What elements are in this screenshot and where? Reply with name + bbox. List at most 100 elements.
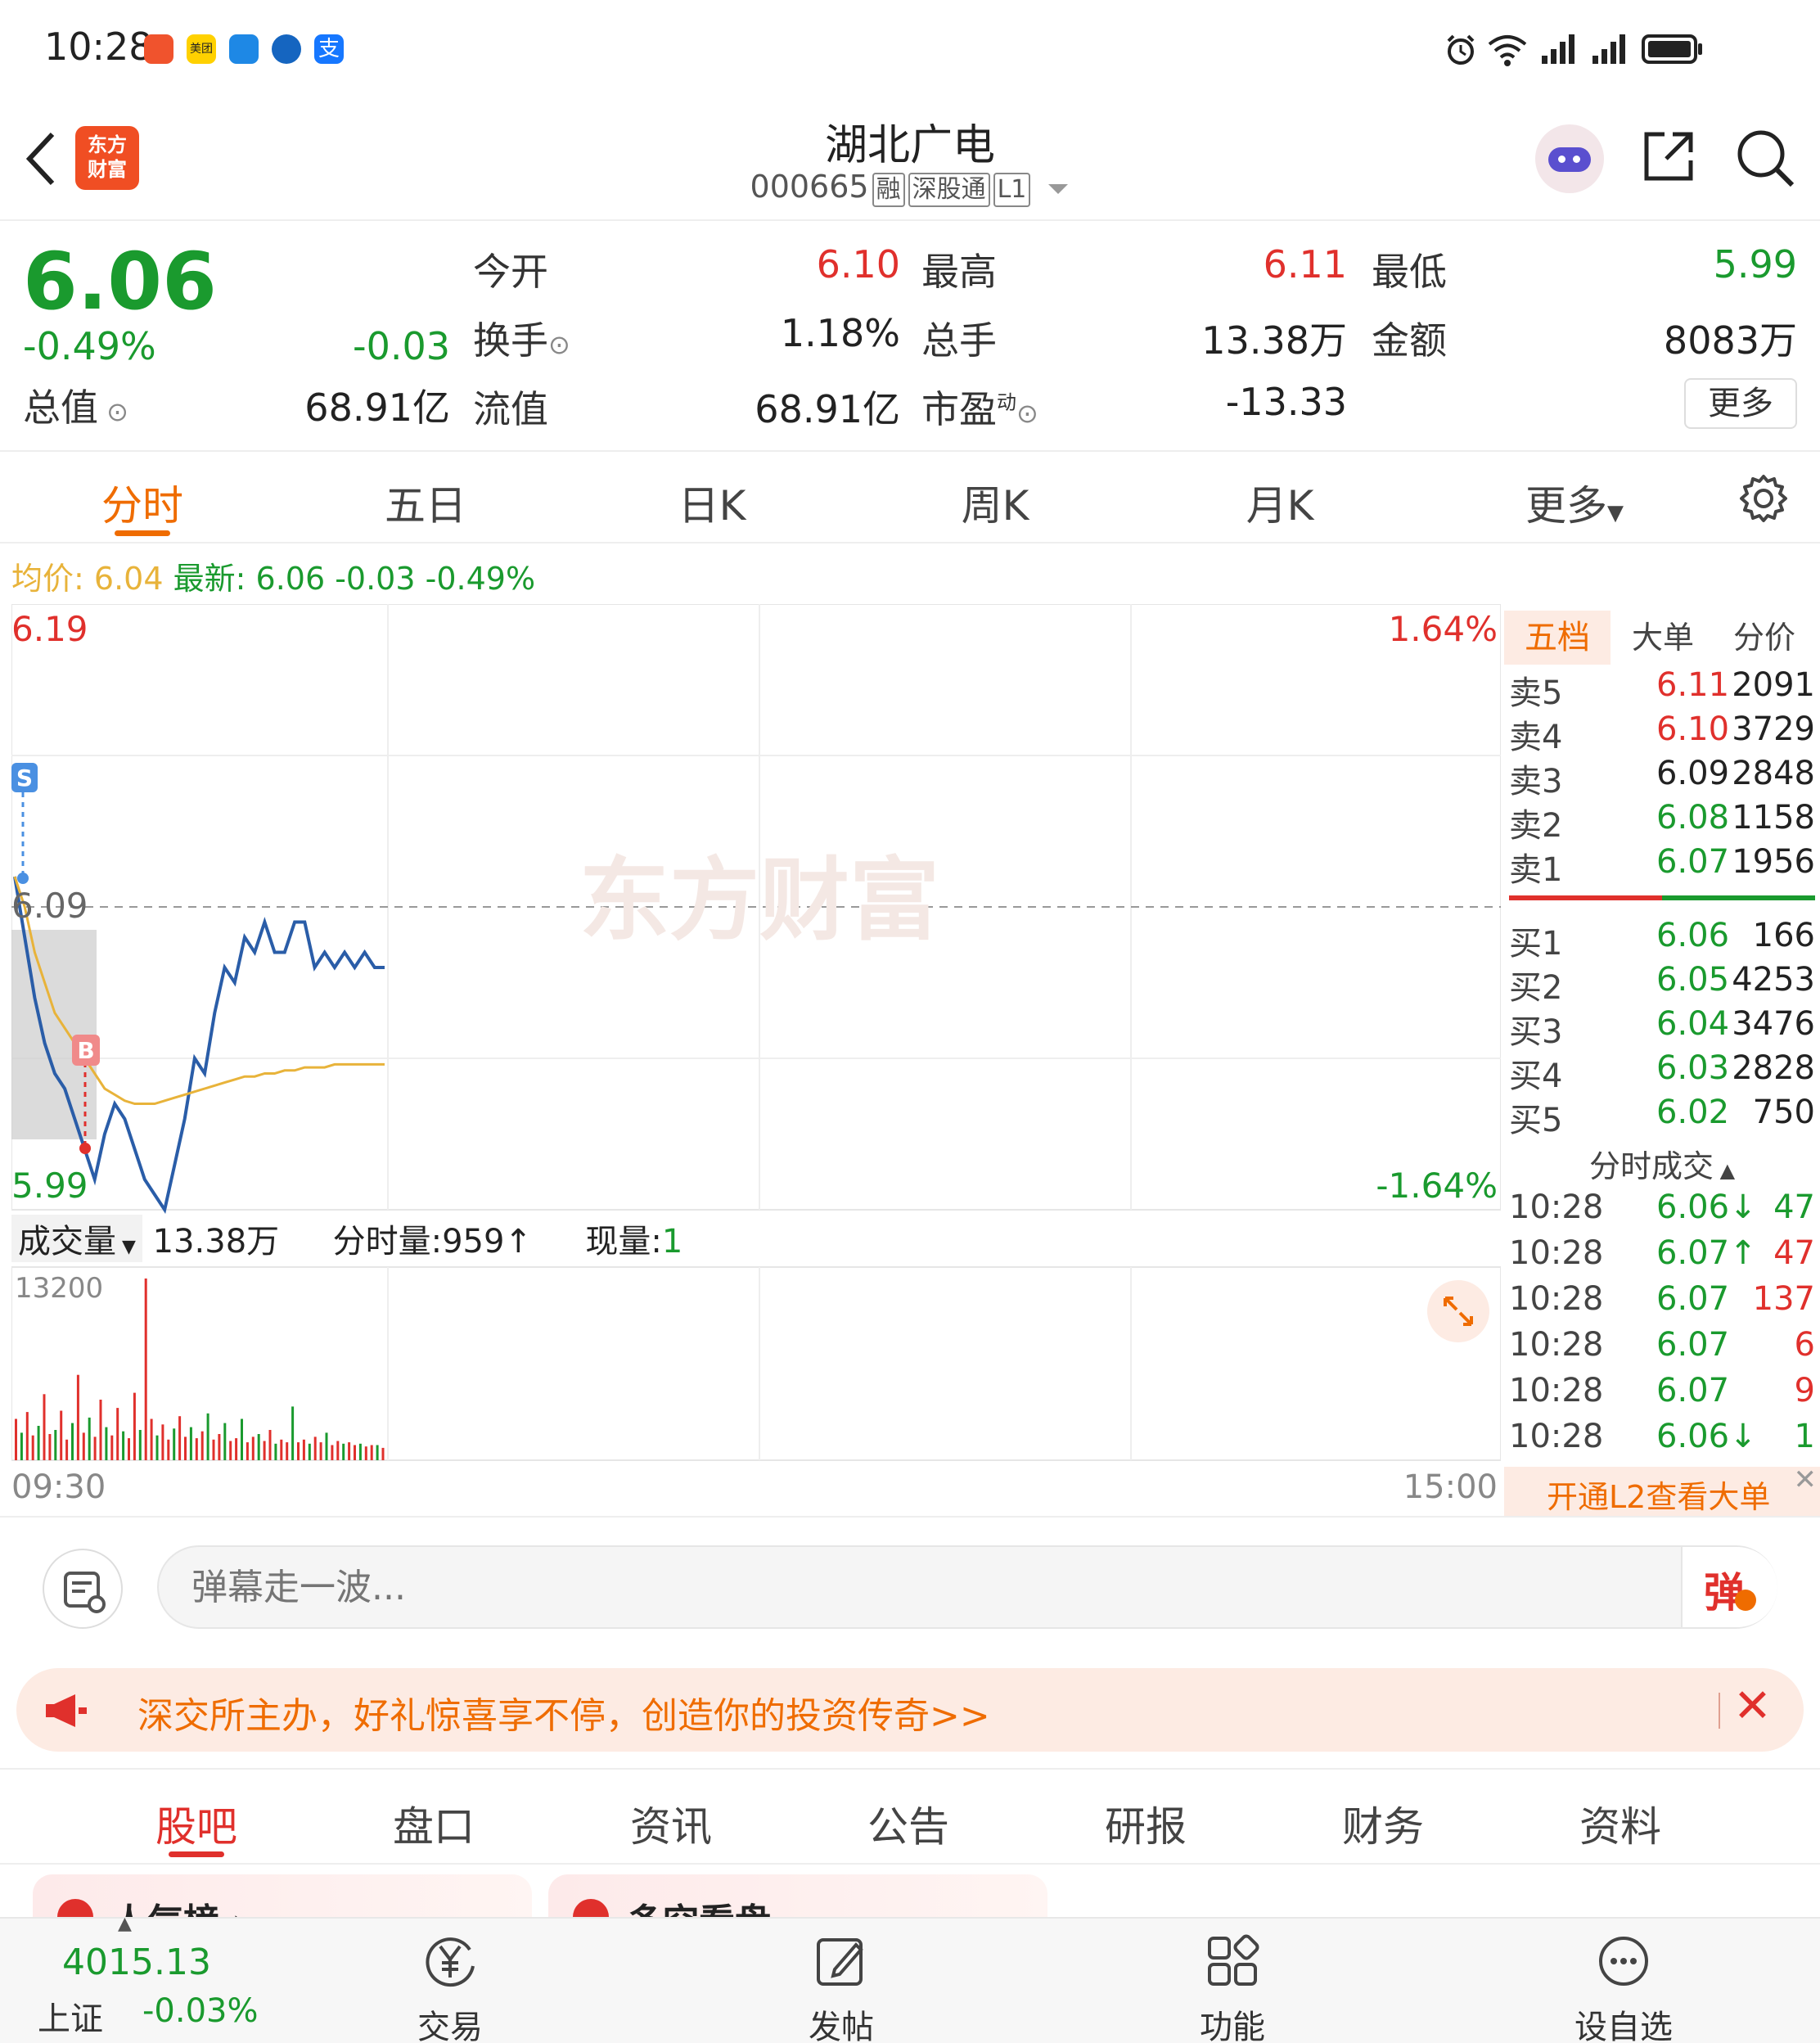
- bid-volume: 166: [1752, 917, 1815, 954]
- volume-bar: [105, 1427, 108, 1460]
- volume-bar: [178, 1416, 182, 1460]
- volume-axis-max: 13200: [15, 1272, 104, 1305]
- tab-profile[interactable]: 资料: [1522, 1794, 1719, 1853]
- search-icon[interactable]: [1735, 128, 1795, 188]
- tab-order-book[interactable]: 盘口: [336, 1794, 532, 1853]
- volume-bar: [336, 1441, 340, 1460]
- volume-selector[interactable]: 成交量 ▼: [11, 1215, 142, 1262]
- tick-volume: 47: [1773, 1188, 1815, 1226]
- pe-label: 市盈动⊙: [921, 387, 1038, 431]
- l2-upgrade-banner[interactable]: 开通L2查看大单 ✕: [1504, 1463, 1820, 1516]
- pe-value: -13.33: [1225, 380, 1347, 424]
- tab-more[interactable]: 更多▼: [1452, 473, 1697, 532]
- y-axis-mid: 6.09: [11, 886, 88, 926]
- chart-watermark: 东方财富: [579, 848, 939, 953]
- settings-gear-icon[interactable]: [1738, 473, 1789, 524]
- promo-banner[interactable]: 深交所主办，好礼惊喜享不停，创造你的投资传奇>> ✕: [16, 1668, 1804, 1752]
- ticks-title[interactable]: 分时成交 ▲: [1504, 1141, 1820, 1186]
- tab-news[interactable]: 资讯: [573, 1794, 769, 1853]
- volume-bar: [218, 1434, 221, 1460]
- volume-bar: [257, 1434, 260, 1460]
- volume-bar: [133, 1392, 136, 1460]
- dropdown-triangle-icon[interactable]: [1047, 181, 1070, 197]
- popularity-card[interactable]: 人气榜 ›: [33, 1874, 532, 1923]
- volume-bar: [122, 1431, 125, 1460]
- nav-functions[interactable]: 功能: [1151, 1919, 1314, 2043]
- time-axis-start: 09:30: [11, 1468, 106, 1506]
- up-arrow-icon: ↑: [504, 1223, 532, 1261]
- promo-divider: [1719, 1693, 1720, 1729]
- status-bar: 10:28 美团 支: [0, 0, 1820, 98]
- nav-trade[interactable]: 交易: [368, 1919, 532, 2043]
- volume-bar: [93, 1436, 97, 1460]
- tag-margin: 融: [872, 173, 905, 207]
- robot-avatar-icon[interactable]: [1535, 124, 1604, 193]
- tick-time: 10:28: [1509, 1372, 1604, 1409]
- megaphone-icon: [46, 1694, 87, 1727]
- promo-close-icon[interactable]: ✕: [1733, 1680, 1772, 1733]
- volume-bar: [128, 1438, 130, 1460]
- l2-banner-text: 开通L2查看大单: [1547, 1479, 1771, 1515]
- intraday-chart-svg[interactable]: 东方财富 S B: [11, 604, 1501, 1516]
- volume-bar: [48, 1434, 52, 1460]
- intraday-chart[interactable]: 东方财富 S B 6.19 6.09 5.99 1.64% -1.64% 成交量…: [11, 604, 1501, 1516]
- order-tab-five-level[interactable]: 五档: [1504, 611, 1611, 665]
- ask-volume: 3729: [1732, 710, 1815, 748]
- volume-bar: [291, 1406, 295, 1460]
- volume-bar: [20, 1432, 23, 1460]
- close-icon[interactable]: ✕: [1794, 1463, 1818, 1496]
- tab-daily-k[interactable]: 日K: [589, 473, 835, 532]
- more-quote-button[interactable]: 更多: [1684, 378, 1797, 429]
- browser-icon: [272, 34, 301, 64]
- index-widget[interactable]: ▲ 4015.13 上证 -0.03%: [16, 1914, 278, 2043]
- order-book-panel: 五档 大单 分价 卖5 6.11 2091 卖4 6.10 3729 卖3 6.09 2848 卖…: [1504, 604, 1820, 1516]
- tab-monthly-k[interactable]: 月K: [1157, 473, 1403, 532]
- ask-label: 卖5: [1509, 674, 1563, 712]
- share-icon[interactable]: [1640, 128, 1697, 185]
- tick-price: 6.07↑: [1656, 1234, 1757, 1272]
- danmu-settings-icon[interactable]: [43, 1549, 123, 1629]
- volume-bar: [144, 1279, 147, 1460]
- tab-stock-forum[interactable]: 股吧: [98, 1794, 295, 1853]
- tick-row: 10:28 6.07 9: [1509, 1372, 1815, 1416]
- volume-bar: [60, 1410, 63, 1460]
- current-volume-label: 现量:: [585, 1223, 662, 1261]
- bid-label: 买5: [1509, 1102, 1563, 1139]
- volume-bar: [313, 1436, 317, 1460]
- bull-bear-card[interactable]: 多空看盘: [548, 1874, 1047, 1923]
- tick-volume: 137: [1752, 1280, 1815, 1318]
- tab-research[interactable]: 研报: [1047, 1794, 1244, 1853]
- ask-label: 卖4: [1509, 719, 1563, 756]
- ask-price: 6.11: [1656, 666, 1730, 704]
- tick-time: 10:28: [1509, 1418, 1604, 1455]
- bid-price: 6.06: [1656, 917, 1730, 954]
- price-info-line: 均价: 6.04 最新: 6.06 -0.03 -0.49%: [11, 553, 535, 598]
- tab-finance[interactable]: 财务: [1285, 1794, 1481, 1853]
- danmu-input[interactable]: [191, 1558, 1484, 1616]
- nav-add-watchlist[interactable]: 设自选: [1542, 1919, 1705, 2043]
- tab-five-day[interactable]: 五日: [303, 473, 548, 532]
- tick-time: 10:28: [1509, 1188, 1604, 1226]
- volume-bar: [319, 1442, 322, 1460]
- order-tab-big-order[interactable]: 大单: [1614, 611, 1712, 665]
- low-value: 5.99: [1713, 242, 1797, 286]
- time-axis-end: 15:00: [1403, 1468, 1498, 1506]
- danmu-input-box[interactable]: 弹: [157, 1545, 1777, 1629]
- yuan-circle-icon: [426, 1937, 475, 1987]
- volume-bar: [43, 1394, 46, 1460]
- tab-announcements[interactable]: 公告: [810, 1794, 1007, 1853]
- order-tab-price-dist[interactable]: 分价: [1715, 611, 1813, 665]
- danmu-send-button[interactable]: 弹: [1681, 1547, 1777, 1627]
- expand-chart-icon[interactable]: [1427, 1280, 1489, 1342]
- tab-intraday[interactable]: 分时: [20, 473, 265, 532]
- tab-weekly-k[interactable]: 周K: [872, 473, 1118, 532]
- ask-row: 卖3 6.09 2848: [1509, 755, 1815, 801]
- battery-icon: [1642, 34, 1702, 64]
- bid-volume: 750: [1752, 1094, 1815, 1131]
- dropdown-triangle-icon: ▼: [116, 1237, 136, 1257]
- bid-volume: 3476: [1732, 1005, 1815, 1043]
- nav-post[interactable]: 发帖: [759, 1919, 923, 2043]
- turnover-value: 1.18%: [780, 311, 900, 355]
- ask-volume: 1158: [1732, 799, 1815, 837]
- volume-bar: [235, 1438, 238, 1460]
